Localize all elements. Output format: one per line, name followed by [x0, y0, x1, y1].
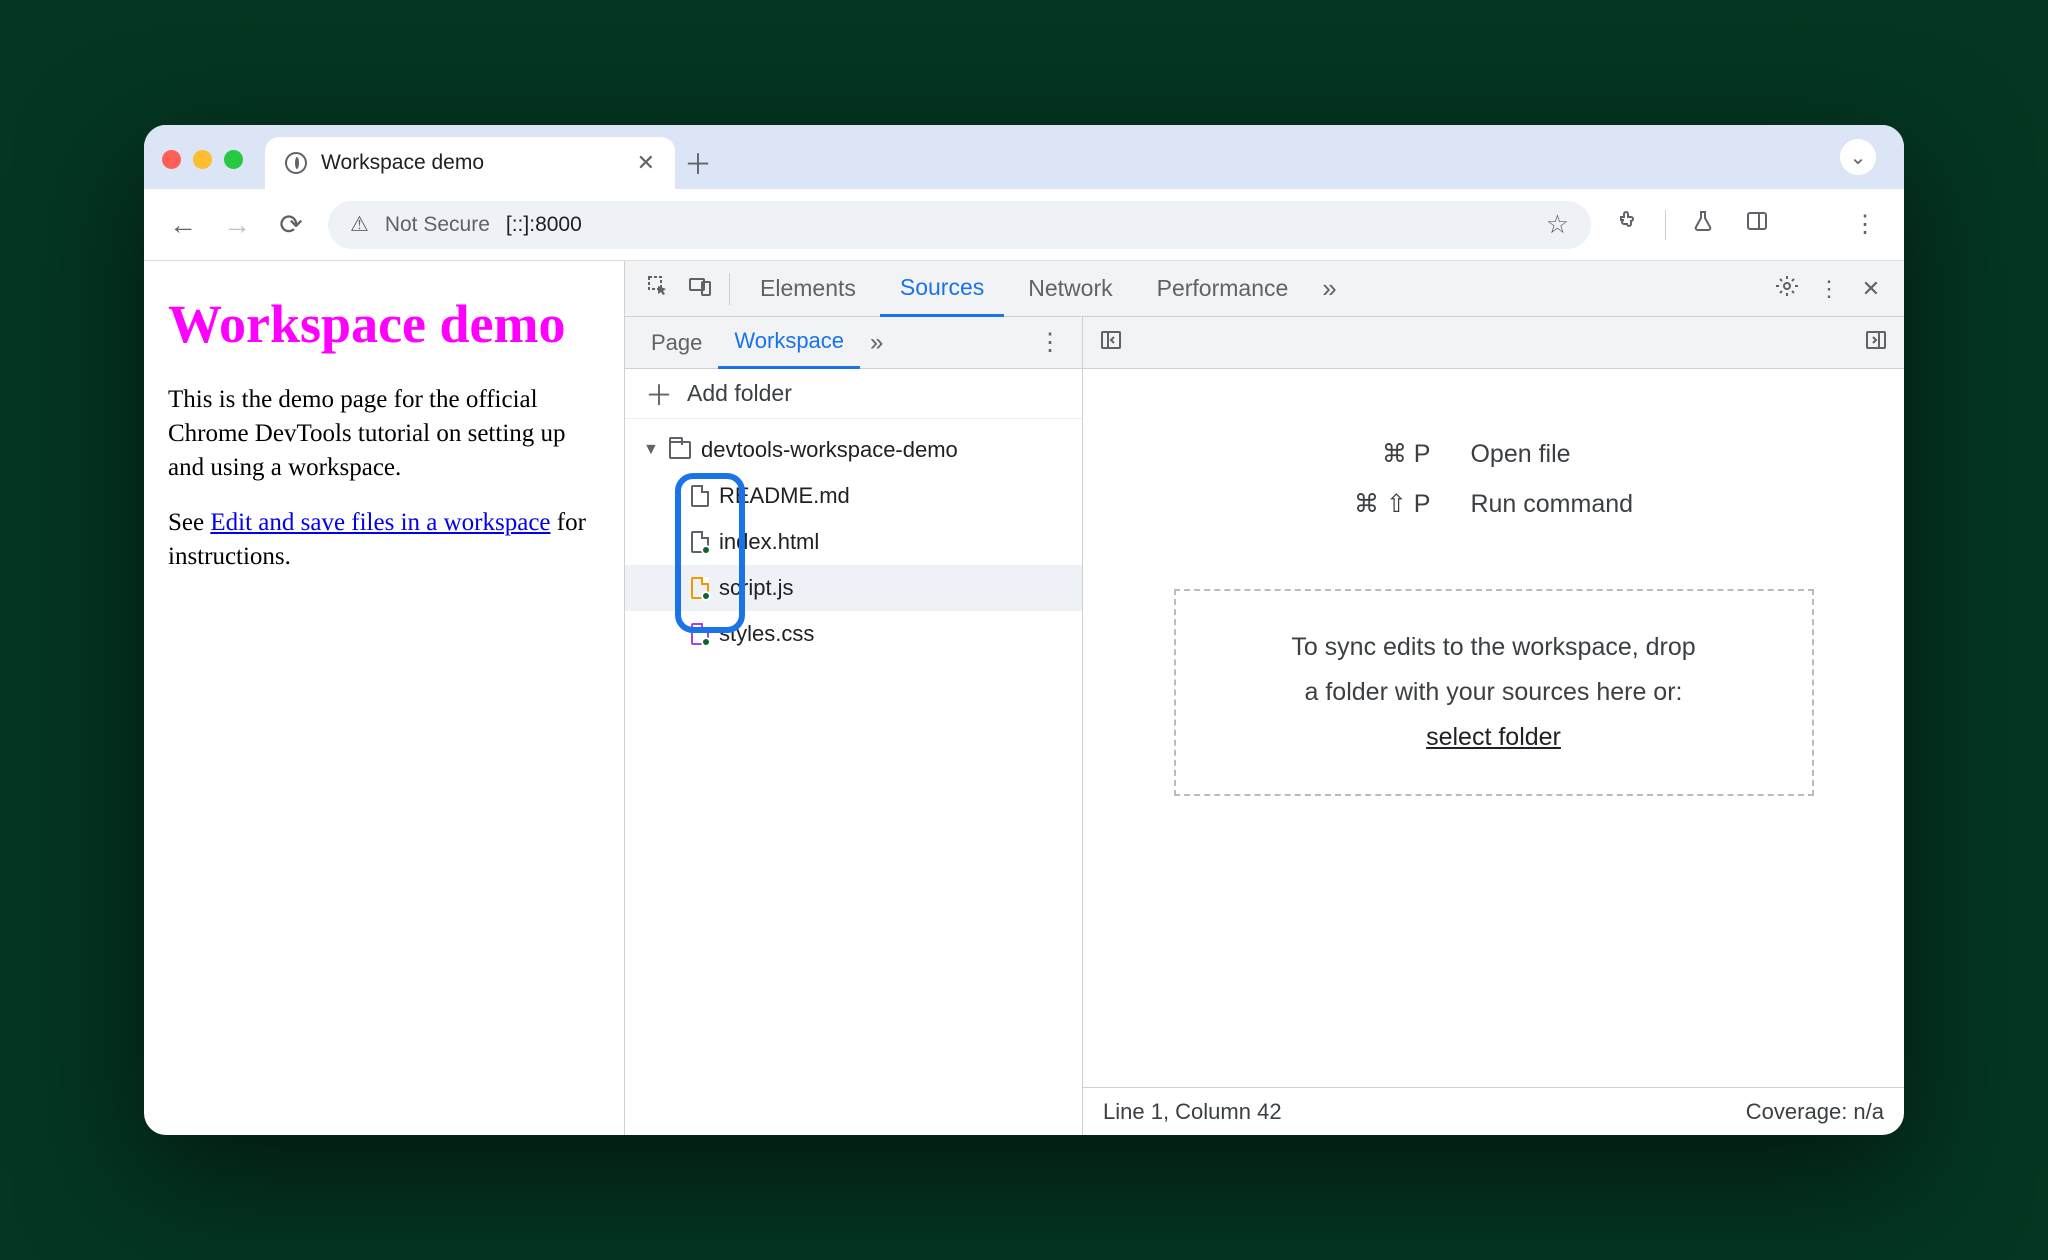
tab-elements[interactable]: Elements — [740, 261, 876, 317]
window-controls — [162, 150, 265, 189]
forward-button[interactable]: → — [220, 209, 254, 241]
page-paragraph-2: See Edit and save files in a workspace f… — [168, 506, 600, 574]
tab-network[interactable]: Network — [1008, 261, 1132, 317]
open-file-keys: ⌘ P — [1354, 439, 1431, 469]
show-debugger-icon[interactable] — [1864, 328, 1888, 358]
devtools-tabstrip: Elements Sources Network Performance » ⋮… — [625, 261, 1904, 317]
folder-icon — [669, 441, 691, 459]
bookmark-star-icon[interactable]: ☆ — [1546, 209, 1569, 240]
add-folder-button[interactable]: ＋ Add folder — [625, 369, 1082, 419]
navigator-menu-icon[interactable]: ⋮ — [1028, 328, 1072, 357]
page-content: Workspace demo This is the demo page for… — [144, 261, 624, 1135]
subtab-workspace[interactable]: Workspace — [718, 317, 860, 369]
reload-button[interactable]: ⟳ — [274, 208, 308, 241]
p2-prefix: See — [168, 509, 210, 536]
annotation-highlight — [675, 473, 745, 633]
maximize-window-button[interactable] — [224, 150, 243, 169]
side-panel-icon[interactable] — [1740, 209, 1774, 240]
close-tab-icon[interactable]: ✕ — [637, 150, 655, 176]
plus-icon: ＋ — [645, 374, 673, 414]
more-subtabs-icon[interactable]: » — [860, 329, 893, 357]
file-tree: ▼ devtools-workspace-demo README.md inde… — [625, 419, 1082, 665]
devtools-panel: Elements Sources Network Performance » ⋮… — [624, 261, 1904, 1135]
editor-statusbar: Line 1, Column 42 Coverage: n/a — [1083, 1087, 1904, 1135]
tree-folder[interactable]: ▼ devtools-workspace-demo — [625, 427, 1082, 473]
content-area: Workspace demo This is the demo page for… — [144, 261, 1904, 1135]
tab-performance[interactable]: Performance — [1137, 261, 1309, 317]
workspace-dropzone[interactable]: To sync edits to the workspace, drop a f… — [1174, 589, 1814, 796]
browser-window: Workspace demo ✕ ＋ ⌄ ← → ⟳ ⚠ Not Secure … — [144, 125, 1904, 1135]
more-tabs-icon[interactable]: » — [1312, 273, 1346, 304]
cursor-position: Line 1, Column 42 — [1103, 1099, 1282, 1125]
browser-tab[interactable]: Workspace demo ✕ — [265, 137, 675, 189]
subtab-page[interactable]: Page — [635, 317, 718, 369]
tab-search-button[interactable]: ⌄ — [1840, 139, 1876, 175]
coverage-status: Coverage: n/a — [1746, 1099, 1884, 1125]
editor-toolbar — [1083, 317, 1904, 369]
security-label: Not Secure — [385, 213, 490, 237]
tutorial-link[interactable]: Edit and save files in a workspace — [210, 509, 550, 536]
sources-body: Page Workspace » ⋮ ＋ Add folder ▼ devtoo — [625, 317, 1904, 1135]
new-tab-button[interactable]: ＋ — [675, 137, 721, 189]
show-navigator-icon[interactable] — [1099, 328, 1123, 358]
devtools-settings-icon[interactable] — [1768, 274, 1806, 304]
devtools-close-icon[interactable]: ✕ — [1852, 276, 1890, 302]
chrome-menu-button[interactable]: ⋮ — [1848, 210, 1882, 239]
devtools-separator — [729, 273, 730, 305]
select-folder-link[interactable]: select folder — [1426, 723, 1561, 751]
labs-icon[interactable] — [1686, 209, 1720, 240]
run-command-label: Run command — [1470, 490, 1633, 519]
dropzone-line2: a folder with your sources here or: — [1216, 670, 1772, 715]
sources-navigator: Page Workspace » ⋮ ＋ Add folder ▼ devtoo — [625, 317, 1083, 1135]
url-text: [::]:8000 — [506, 213, 582, 237]
disclosure-triangle-icon[interactable]: ▼ — [643, 441, 659, 459]
close-window-button[interactable] — [162, 150, 181, 169]
browser-toolbar: ← → ⟳ ⚠ Not Secure [::]:8000 ☆ ⋮ — [144, 189, 1904, 261]
warning-icon: ⚠ — [350, 212, 369, 237]
device-toolbar-icon[interactable] — [681, 274, 719, 304]
inspect-element-icon[interactable] — [639, 274, 677, 304]
folder-name: devtools-workspace-demo — [701, 437, 958, 463]
shortcuts-grid: ⌘ P Open file ⌘ ⇧ P Run command — [1354, 439, 1633, 519]
extensions-icon[interactable] — [1611, 209, 1645, 240]
minimize-window-button[interactable] — [193, 150, 212, 169]
tab-strip: Workspace demo ✕ ＋ ⌄ — [144, 125, 1904, 189]
dropzone-line1: To sync edits to the workspace, drop — [1216, 625, 1772, 670]
devtools-menu-icon[interactable]: ⋮ — [1810, 276, 1848, 302]
mapped-dot-icon — [701, 637, 711, 647]
navigator-tabs: Page Workspace » ⋮ — [625, 317, 1082, 369]
omnibox[interactable]: ⚠ Not Secure [::]:8000 ☆ — [328, 201, 1591, 249]
run-command-keys: ⌘ ⇧ P — [1354, 489, 1431, 519]
editor-pane: ⌘ P Open file ⌘ ⇧ P Run command To sync … — [1083, 317, 1904, 1135]
page-paragraph-1: This is the demo page for the official C… — [168, 383, 600, 484]
toolbar-separator — [1665, 210, 1666, 240]
back-button[interactable]: ← — [166, 209, 200, 241]
open-file-label: Open file — [1470, 440, 1633, 469]
page-heading: Workspace demo — [168, 293, 600, 355]
tab-sources[interactable]: Sources — [880, 261, 1004, 317]
editor-empty-state: ⌘ P Open file ⌘ ⇧ P Run command To sync … — [1083, 369, 1904, 1087]
globe-icon — [285, 152, 307, 174]
add-folder-label: Add folder — [687, 380, 792, 407]
tab-title: Workspace demo — [321, 151, 623, 175]
